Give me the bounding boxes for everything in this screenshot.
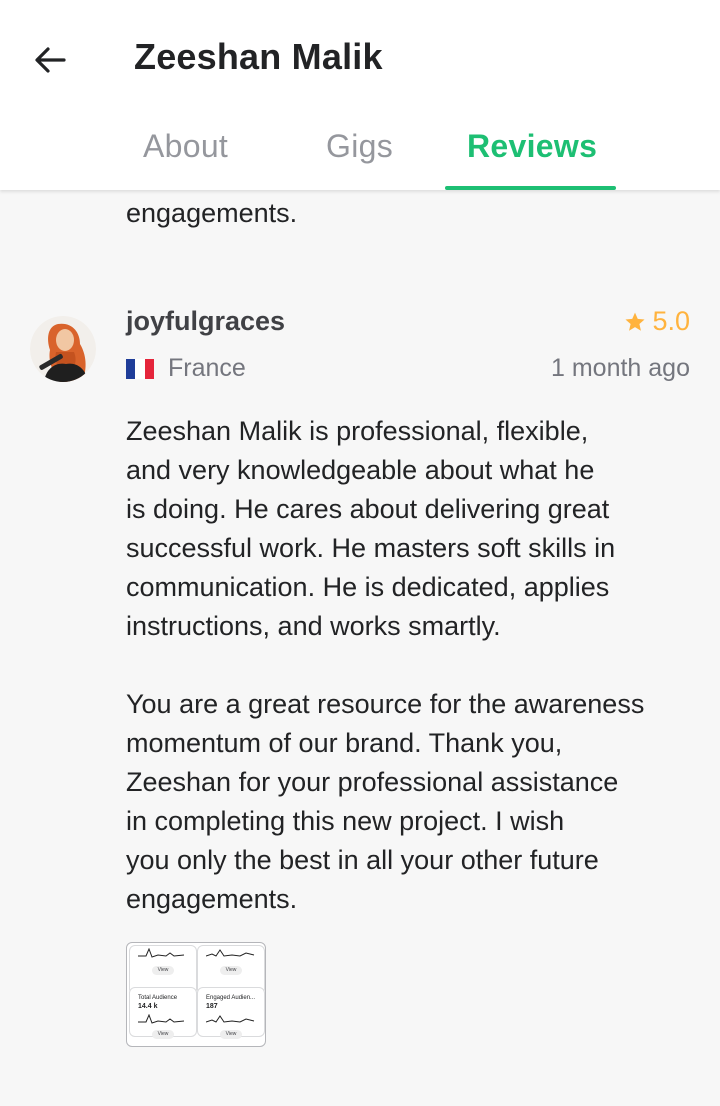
- view-button: View: [152, 1030, 174, 1039]
- france-flag-icon: [126, 358, 154, 379]
- sparkline: [206, 1015, 255, 1023]
- page-title: Zeeshan Malik: [134, 36, 383, 77]
- country-name: France: [168, 354, 246, 382]
- view-button: View: [152, 966, 174, 975]
- reviewer-name[interactable]: joyfulgraces: [126, 306, 285, 337]
- reviewer-country: France: [126, 354, 246, 383]
- stat-label: Engaged Audien...: [206, 995, 256, 1001]
- avatar-image: [30, 316, 96, 382]
- sparkline: [206, 949, 255, 957]
- stat-card: Total Audience 14.4 k View: [129, 987, 197, 1039]
- tab-gigs[interactable]: Gigs: [326, 128, 393, 165]
- stat-label: Total Audience: [138, 995, 178, 1001]
- stat-card: Engaged Audien... 187 View: [197, 987, 265, 1039]
- view-button: View: [220, 966, 242, 975]
- arrow-left-icon: [35, 47, 66, 73]
- rating-value: 5.0: [652, 306, 690, 336]
- review-rating: 5.0: [624, 306, 690, 337]
- star-icon: [625, 312, 645, 331]
- tab-about[interactable]: About: [143, 128, 228, 165]
- view-button: View: [220, 1030, 242, 1039]
- back-button[interactable]: [28, 38, 72, 82]
- previous-review-text: engagements.: [126, 198, 298, 228]
- sparkline: [138, 948, 185, 958]
- reviewer-avatar[interactable]: [30, 316, 96, 382]
- stat-value: 187: [206, 1003, 218, 1010]
- review-text: Zeeshan Malik is professional, flexible,…: [126, 416, 645, 914]
- tab-bar: About Gigs Reviews: [0, 120, 720, 190]
- tab-reviews[interactable]: Reviews: [467, 128, 597, 165]
- app-header: Zeeshan Malik About Gigs Reviews: [0, 0, 720, 190]
- active-tab-indicator: [445, 186, 616, 190]
- review-attachment-thumbnail[interactable]: View View Total Audience 14.4 k View Eng…: [126, 942, 266, 1047]
- reviews-list[interactable]: engagements. joyfulgraces 5.0 France 1 m…: [0, 190, 720, 1106]
- stat-value: 14.4 k: [138, 1003, 158, 1010]
- sparkline: [138, 1014, 185, 1024]
- review-date: 1 month ago: [551, 354, 690, 382]
